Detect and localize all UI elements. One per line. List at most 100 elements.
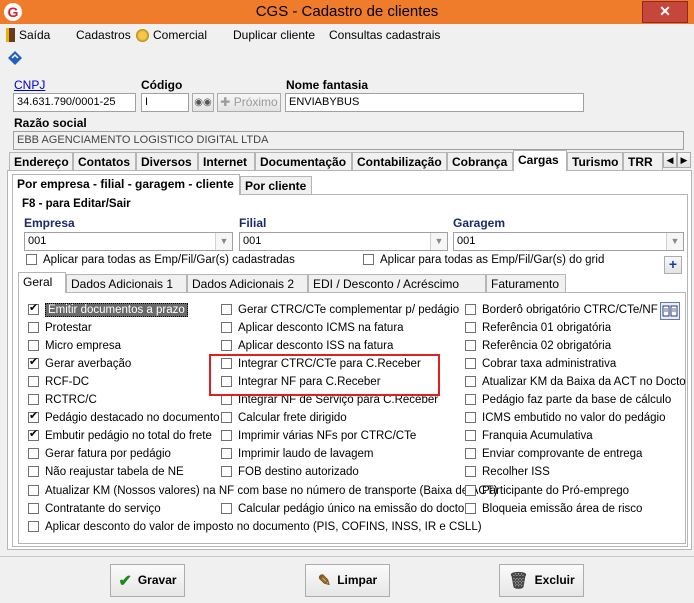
col1-checkbox-4[interactable]: RCF-DC xyxy=(28,376,89,391)
checkbox-label: Calcular frete dirigido xyxy=(238,412,347,424)
col2-checkbox-5[interactable]: Integrar NF de Serviço para C.Receber xyxy=(221,394,438,409)
arrow-right-icon: ▶ xyxy=(680,155,688,165)
subtab-por-cliente[interactable]: Por cliente xyxy=(240,176,312,195)
col3-checkbox-6[interactable]: ICMS embutido no valor do pedágio xyxy=(465,412,665,427)
contratante-label: Contratante do serviço xyxy=(45,503,161,515)
close-button[interactable]: ✕ xyxy=(642,1,688,23)
eraser-icon: ✎ xyxy=(317,573,332,590)
col1-checkbox-7[interactable]: Embutir pedágio no total do frete xyxy=(28,428,212,445)
tab-documentacao[interactable]: Documentação xyxy=(255,152,352,171)
checkbox-box xyxy=(465,340,476,351)
plus-icon: ✚ xyxy=(220,95,234,109)
innertab-dados1[interactable]: Dados Adicionais 1 xyxy=(66,274,187,293)
col3-checkbox-5[interactable]: Pedágio faz parte da base de cálculo xyxy=(465,394,671,409)
atualizar-km-nf-checkbox[interactable]: Atualizar KM (Nossos valores) na NF com … xyxy=(28,485,498,500)
tab-trr[interactable]: TRR xyxy=(623,152,663,171)
razao-social-field[interactable]: EBB AGENCIAMENTO LOGISTICO DIGITAL LTDA xyxy=(13,131,684,150)
proximo-button[interactable]: ✚ Próximo xyxy=(217,93,281,112)
checkbox-box xyxy=(28,356,39,369)
col3-checkbox-9[interactable]: Recolher ISS xyxy=(465,466,550,481)
checkbox-box xyxy=(221,430,232,441)
filial-select[interactable]: 001 ▼ xyxy=(239,232,448,251)
checkbox-label: Não reajustar tabela de NE xyxy=(45,466,184,478)
col2-checkbox-9[interactable]: FOB destino autorizado xyxy=(221,466,359,481)
checkbox-box xyxy=(465,376,476,387)
menu-comercial[interactable]: Comercial xyxy=(136,28,207,42)
checkbox-box xyxy=(465,430,476,441)
tab-endereco[interactable]: Endereço xyxy=(9,152,73,171)
aplicar-grid-checkbox[interactable]: Aplicar para todas as Emp/Fil/Gar(s) do … xyxy=(363,254,604,269)
subtab-por-empresa[interactable]: Por empresa - filial - garagem - cliente xyxy=(12,174,240,195)
empresa-select[interactable]: 001 ▼ xyxy=(24,232,233,251)
col3-checkbox-7[interactable]: Franquia Acumulativa xyxy=(465,430,593,445)
tab-turismo[interactable]: Turismo xyxy=(567,152,623,171)
gravar-label: Gravar xyxy=(137,573,177,587)
gravar-button[interactable]: ✔ Gravar xyxy=(110,564,185,597)
col2-checkbox-0[interactable]: Gerar CTRC/CTe complementar p/ pedágio xyxy=(221,304,459,319)
tab-scroll-right-button[interactable]: ▶ xyxy=(677,152,691,168)
binoculars-button[interactable]: ◉◉ xyxy=(192,93,214,112)
aplicar-emp-checkbox[interactable]: Aplicar para todas as Emp/Fil/Gar(s) cad… xyxy=(26,254,295,269)
excluir-button[interactable]: 🗑 Excluir xyxy=(499,564,584,597)
contratante-checkbox[interactable]: Contratante do serviço xyxy=(28,503,161,518)
navigate-diamond-icon[interactable] xyxy=(8,51,22,65)
menu-duplicar[interactable]: Duplicar cliente xyxy=(233,28,315,42)
col1-checkbox-1[interactable]: Protestar xyxy=(28,322,92,337)
innertab-faturamento[interactable]: Faturamento xyxy=(486,274,566,293)
col2-checkbox-8[interactable]: Imprimir laudo de lavagem xyxy=(221,448,374,463)
filial-value: 001 xyxy=(243,235,262,247)
col1-checkbox-2[interactable]: Micro empresa xyxy=(28,340,121,355)
calcular-pedagio-label: Calcular pedágio único na emissão do doc… xyxy=(238,503,465,515)
checkbox-box xyxy=(28,448,39,459)
nome-fantasia-field[interactable]: ENVIABYBUS xyxy=(285,93,584,112)
cnpj-label[interactable]: CNPJ xyxy=(14,78,45,92)
col1-checkbox-8[interactable]: Gerar fatura por pedágio xyxy=(28,448,171,463)
col1-checkbox-3[interactable]: Gerar averbação xyxy=(28,356,131,373)
col1-checkbox-9[interactable]: Não reajustar tabela de NE xyxy=(28,466,184,481)
add-button[interactable]: + xyxy=(664,256,682,274)
col2-checkbox-7[interactable]: Imprimir várias NFs por CTRC/CTe xyxy=(221,430,416,445)
col1-checkbox-5[interactable]: RCTRC/C xyxy=(28,394,97,409)
tab-cobranca[interactable]: Cobrança xyxy=(447,152,513,171)
col1-checkbox-6[interactable]: Pedágio destacado no documento xyxy=(28,410,220,427)
tab-diversos[interactable]: Diversos xyxy=(136,152,198,171)
col2-checkbox-2[interactable]: Aplicar desconto ISS na fatura xyxy=(221,340,393,355)
empresa-label: Empresa xyxy=(24,216,75,230)
cnpj-field[interactable]: 34.631.790/0001-25 xyxy=(13,93,136,112)
col3-checkbox-0[interactable]: Borderô obrigatório CTRC/CTe/NF xyxy=(465,304,658,319)
tab-contatos[interactable]: Contatos xyxy=(73,152,136,171)
col3-checkbox-2[interactable]: Referência 02 obrigatória xyxy=(465,340,611,355)
f8-label: F8 - para Editar/Sair xyxy=(22,198,131,210)
bloqueia-checkbox[interactable]: Bloqueia emissão área de risco xyxy=(465,503,642,518)
tab-cargas[interactable]: Cargas xyxy=(513,150,567,171)
menu-cadastros[interactable]: Cadastros xyxy=(76,28,131,42)
innertab-dados2[interactable]: Dados Adicionais 2 xyxy=(187,274,308,293)
book-icon[interactable] xyxy=(660,302,680,320)
innertab-edi[interactable]: EDI / Desconto / Acréscimo xyxy=(308,274,486,293)
col1-checkbox-0[interactable]: Emitir documentos a prazo xyxy=(28,302,188,319)
col2-checkbox-6[interactable]: Calcular frete dirigido xyxy=(221,412,347,427)
checkbox-box xyxy=(465,394,476,405)
empresa-value: 001 xyxy=(28,235,47,247)
chevron-down-icon: ▼ xyxy=(666,233,683,250)
innertab-geral[interactable]: Geral xyxy=(18,272,66,293)
aplicar-desconto-checkbox[interactable]: Aplicar desconto do valor de imposto no … xyxy=(28,521,482,536)
tab-internet[interactable]: Internet xyxy=(198,152,255,171)
col2-checkbox-1[interactable]: Aplicar desconto ICMS na fatura xyxy=(221,322,404,337)
col3-checkbox-1[interactable]: Referência 01 obrigatória xyxy=(465,322,611,337)
col3-checkbox-8[interactable]: Enviar comprovante de entrega xyxy=(465,448,642,463)
checkbox-box xyxy=(28,302,39,315)
calcular-pedagio-checkbox[interactable]: Calcular pedágio único na emissão do doc… xyxy=(221,503,464,518)
chevron-down-icon: ▼ xyxy=(215,233,232,250)
limpar-button[interactable]: ✎ Limpar xyxy=(305,564,390,597)
garagem-value: 001 xyxy=(457,235,476,247)
codigo-field[interactable]: I xyxy=(141,93,189,112)
menu-consultas[interactable]: Consultas cadastrais xyxy=(329,28,440,42)
col3-checkbox-3[interactable]: Cobrar taxa administrativa xyxy=(465,358,616,373)
col3-checkbox-4[interactable]: Atualizar KM da Baixa da ACT no Docto xyxy=(465,376,686,391)
menu-saida[interactable]: Saída xyxy=(6,28,50,42)
garagem-select[interactable]: 001 ▼ xyxy=(453,232,684,251)
tab-contabilizacao[interactable]: Contabilização xyxy=(352,152,447,171)
tab-scroll-left-button[interactable]: ◀ xyxy=(663,152,677,168)
participante-checkbox[interactable]: Participante do Pró-emprego xyxy=(465,485,629,500)
